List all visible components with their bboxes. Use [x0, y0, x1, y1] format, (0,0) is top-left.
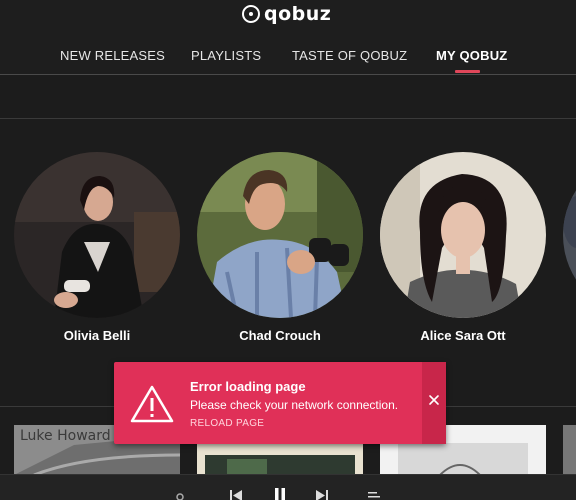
- artist-card-chad-crouch[interactable]: Chad Crouch: [197, 152, 363, 343]
- previous-track-icon[interactable]: [228, 488, 244, 500]
- artist-name[interactable]: Alice Sara Ott: [380, 328, 546, 343]
- artist-photo-olivia-belli[interactable]: [14, 152, 180, 318]
- artist-card-partial[interactable]: [563, 152, 576, 318]
- toast-message: Please check your network connection.: [190, 398, 399, 412]
- tab-taste-of-qobuz[interactable]: TASTE OF QOBUZ: [292, 48, 407, 63]
- active-tab-indicator: [455, 70, 480, 73]
- artist-photo-alice-sara-ott[interactable]: [380, 152, 546, 318]
- artist-photo-partial[interactable]: [563, 152, 576, 318]
- error-toast: Error loading page Please check your net…: [114, 362, 446, 444]
- player-bar: [0, 474, 576, 500]
- pause-icon[interactable]: [272, 488, 288, 500]
- toast-title: Error loading page: [190, 379, 306, 394]
- nav-divider: [0, 74, 576, 75]
- toast-close-area[interactable]: [422, 362, 446, 444]
- app-name: qobuz: [264, 3, 332, 25]
- repeat-icon[interactable]: [175, 488, 185, 500]
- artist-photo-chad-crouch[interactable]: [197, 152, 363, 318]
- warning-icon: [130, 385, 174, 423]
- queue-icon[interactable]: [366, 488, 382, 500]
- artist-card-alice-sara-ott[interactable]: Alice Sara Ott: [380, 152, 546, 343]
- top-header: qobuz NEW RELEASES PLAYLISTS TASTE OF QO…: [0, 0, 576, 75]
- artist-name[interactable]: Chad Crouch: [197, 328, 363, 343]
- next-track-icon[interactable]: [314, 488, 330, 500]
- qobuz-logo-icon: [242, 5, 260, 23]
- qobuz-logo[interactable]: qobuz: [242, 3, 331, 25]
- close-icon[interactable]: [428, 394, 440, 406]
- main-nav: NEW RELEASES PLAYLISTS TASTE OF QOBUZ MY…: [0, 48, 576, 72]
- album-cover-text: Luke Howard: [20, 428, 111, 444]
- tab-playlists[interactable]: PLAYLISTS: [191, 48, 261, 63]
- album-cover-partial[interactable]: [563, 425, 576, 475]
- section-divider: [0, 118, 576, 119]
- artist-name[interactable]: Olivia Belli: [14, 328, 180, 343]
- tab-new-releases[interactable]: NEW RELEASES: [60, 48, 165, 63]
- tab-my-qobuz[interactable]: MY QOBUZ: [436, 48, 507, 63]
- artist-card-olivia-belli[interactable]: Olivia Belli: [14, 152, 180, 343]
- reload-page-link[interactable]: RELOAD PAGE: [190, 418, 264, 429]
